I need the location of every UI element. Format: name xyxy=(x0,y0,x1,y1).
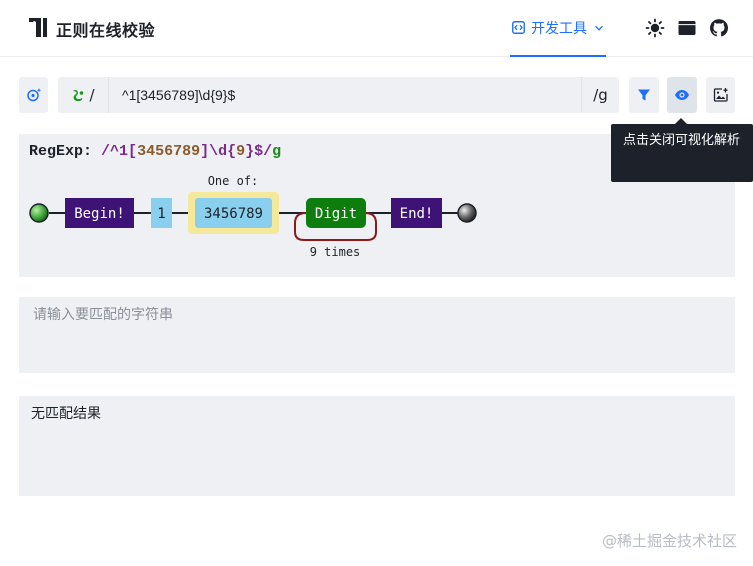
filter-button[interactable] xyxy=(629,77,659,113)
start-node xyxy=(29,203,49,223)
ai-assist-button[interactable] xyxy=(19,77,48,113)
devtools-menu[interactable]: 开发工具 xyxy=(510,0,606,57)
image-export-icon xyxy=(713,88,728,102)
test-string-input[interactable] xyxy=(19,297,735,373)
begin-anchor: Begin! xyxy=(74,206,125,222)
regex-input-group[interactable]: / ^1[3456789]\d{9}$ /g xyxy=(58,77,619,113)
test-string-area[interactable] xyxy=(19,297,735,373)
chevron-down-icon xyxy=(595,25,603,31)
regex-flags[interactable]: /g xyxy=(581,77,619,113)
regex-type-selector[interactable]: / xyxy=(58,77,109,113)
match-result-panel: 无匹配结果 xyxy=(19,396,735,496)
literal-1: 1 xyxy=(157,206,165,222)
visualize-tooltip: 点击关闭可视化解析 xyxy=(611,118,753,182)
regex-input[interactable]: ^1[3456789]\d{9}$ xyxy=(122,77,235,113)
watermark: @稀土掘金技术社区 xyxy=(601,532,737,550)
export-image-button[interactable] xyxy=(706,77,735,113)
end-node xyxy=(457,203,477,223)
digit-class: Digit xyxy=(315,206,357,222)
window-icon[interactable] xyxy=(677,18,697,38)
end-anchor: End! xyxy=(400,206,434,222)
one-of-label: One of: xyxy=(208,174,259,188)
charset-values: 3456789 xyxy=(204,206,263,222)
code-icon xyxy=(512,21,525,34)
eye-icon xyxy=(675,90,689,100)
app-header: 正则在线校验 开发工具 xyxy=(0,0,753,57)
visualize-toggle-button[interactable] xyxy=(667,77,697,113)
regex-type-icon xyxy=(73,89,84,102)
devtools-label: 开发工具 xyxy=(531,20,587,37)
regex-prefix: / xyxy=(89,86,95,104)
github-icon[interactable] xyxy=(709,18,729,38)
ai-sparkle-icon xyxy=(26,88,41,102)
match-result-text: 无匹配结果 xyxy=(31,406,101,422)
app-title: 正则在线校验 xyxy=(56,21,156,40)
filter-icon xyxy=(638,89,650,101)
logo-icon[interactable] xyxy=(27,15,49,39)
repeat-times-label: 9 times xyxy=(310,245,361,259)
sun-icon[interactable] xyxy=(645,18,665,38)
